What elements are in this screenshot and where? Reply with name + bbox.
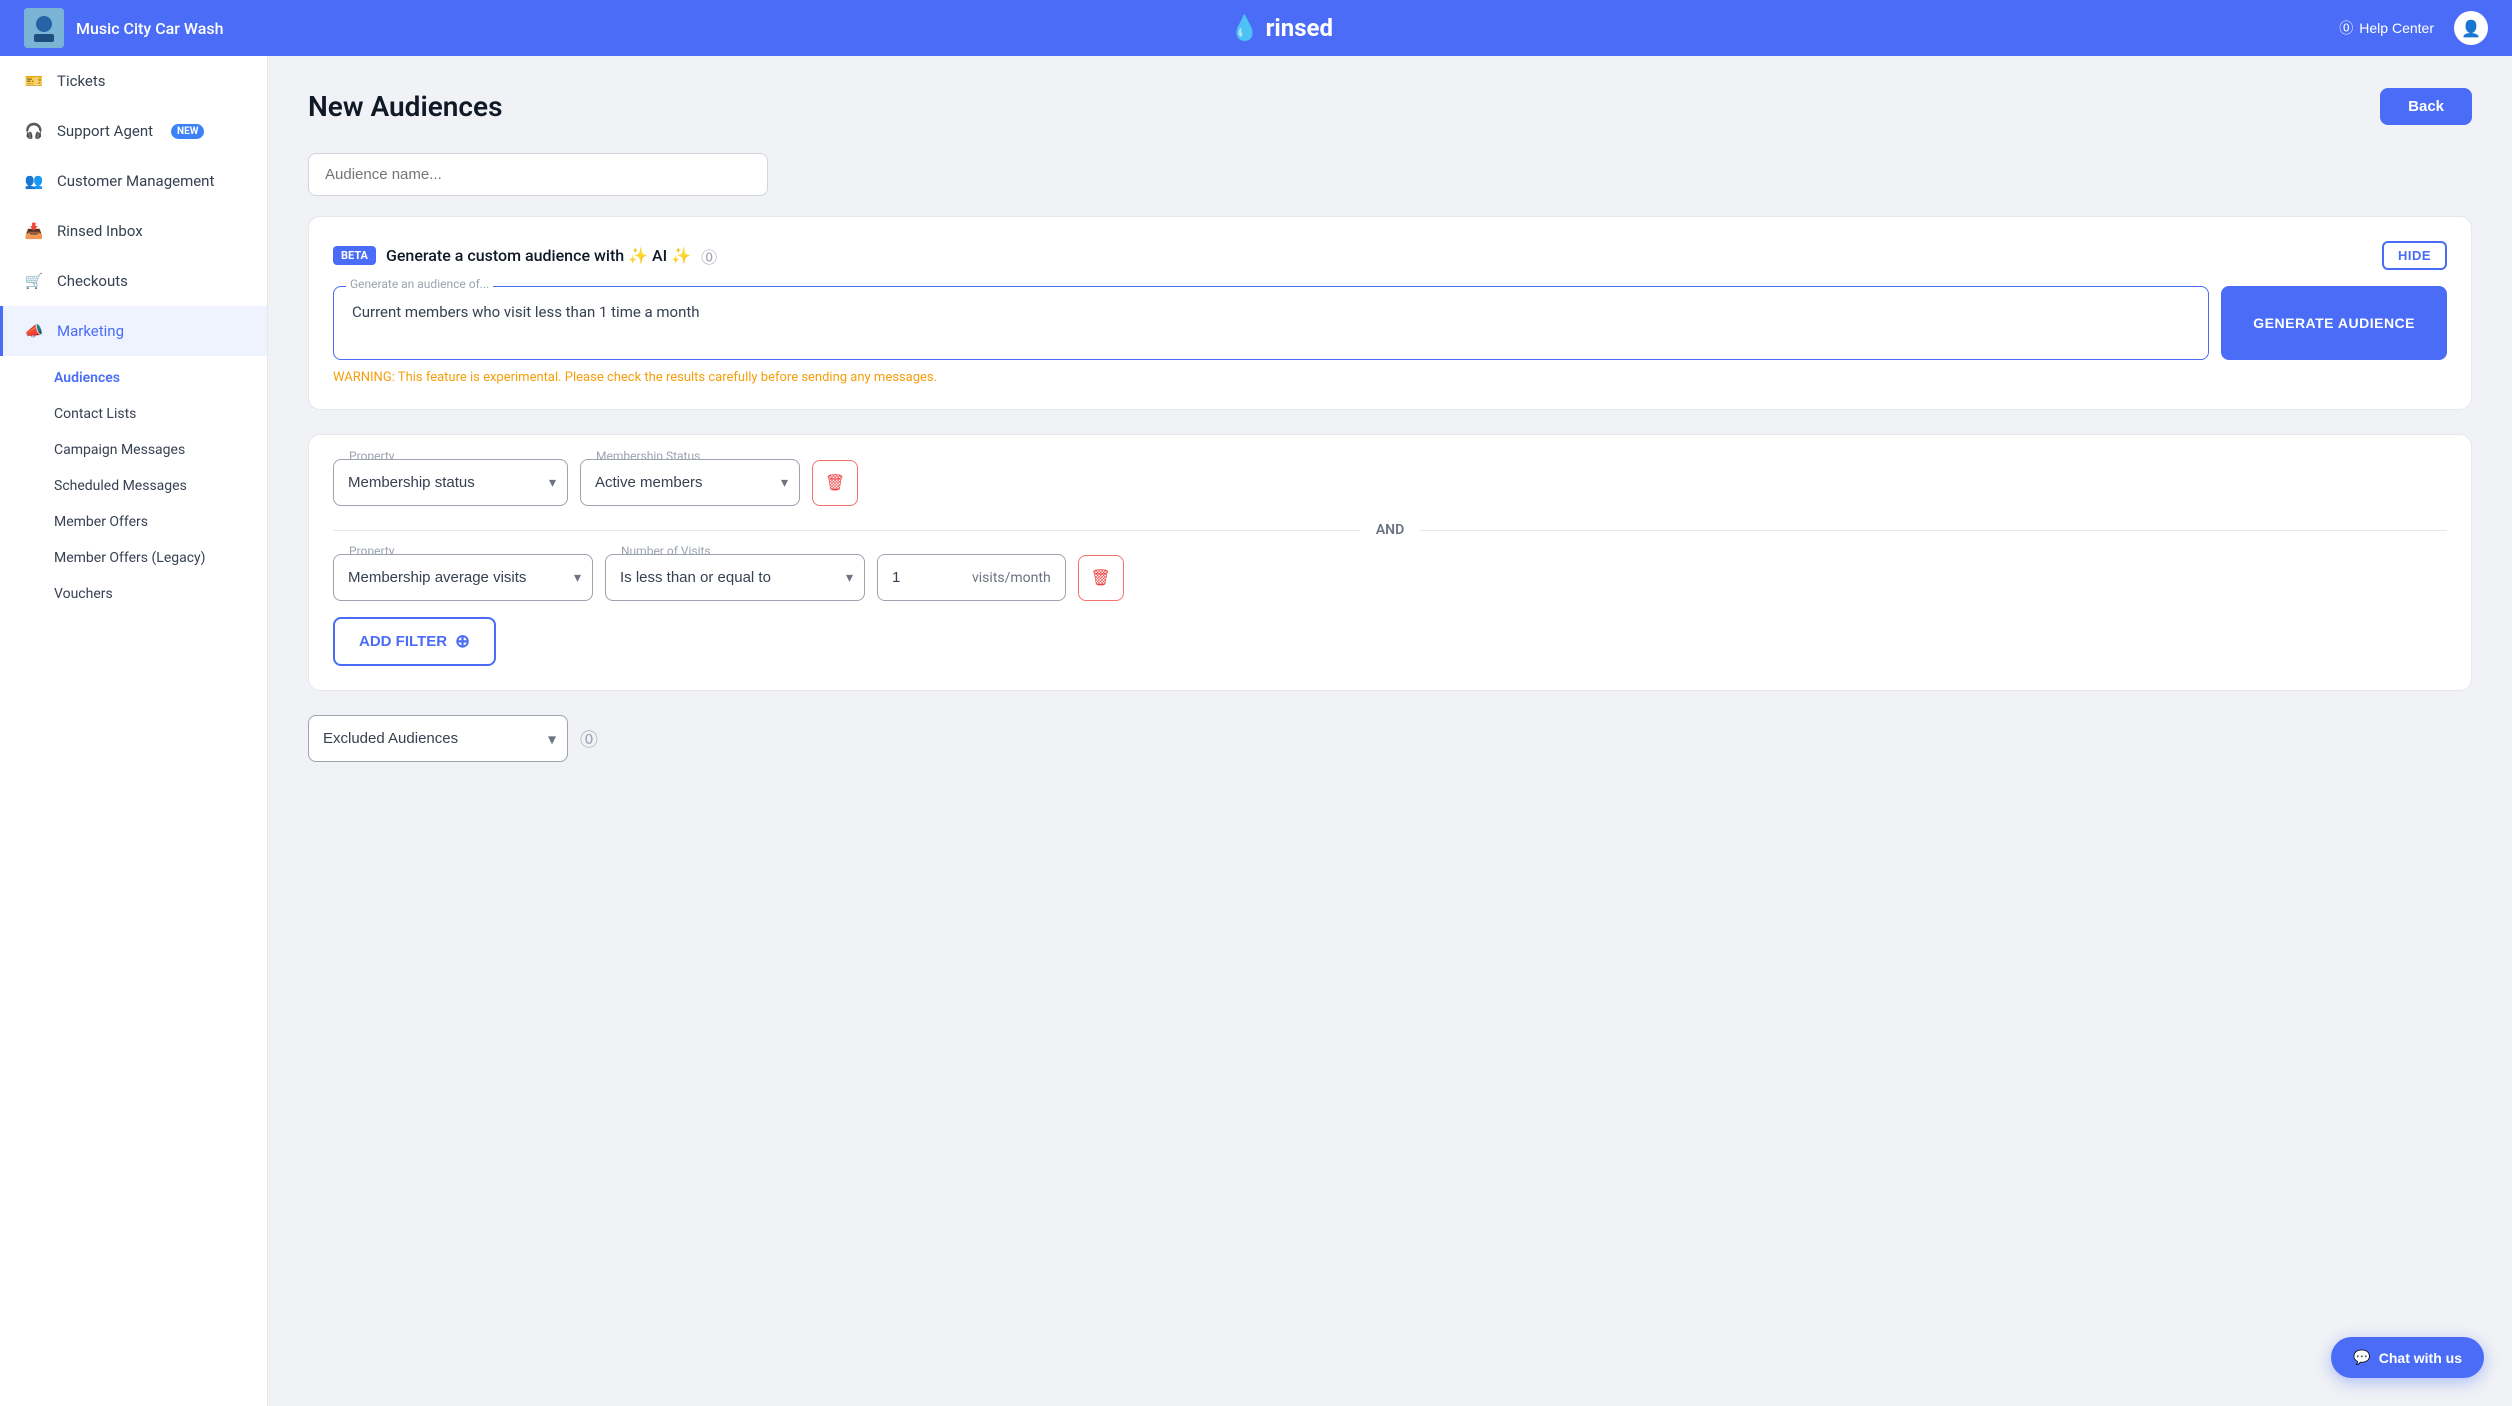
- sidebar-item-rinsed-inbox[interactable]: 📥 Rinsed Inbox: [0, 206, 267, 256]
- ai-input-wrapper: Generate an audience of...: [333, 286, 2209, 360]
- audience-name-section: [308, 153, 2472, 196]
- help-circle-icon: ⓪: [2339, 18, 2353, 38]
- filter1-delete-button[interactable]: 🗑: [812, 460, 858, 506]
- filter1-status-field: Membership Status Active members Inactiv…: [580, 459, 800, 506]
- chat-icon: 💬: [2353, 1349, 2370, 1366]
- excluded-audiences-select[interactable]: Excluded Audiences: [308, 715, 568, 762]
- ai-input-label: Generate an audience of...: [346, 277, 493, 291]
- hide-button[interactable]: HIDE: [2382, 241, 2447, 270]
- users-icon: 👥: [23, 170, 45, 192]
- filter2-delete-button[interactable]: 🗑: [1078, 555, 1124, 601]
- filter2-visits-condition-select[interactable]: Is less than or equal to Is greater than…: [605, 554, 865, 601]
- excluded-audiences-section: Excluded Audiences ▾ ⓪: [308, 715, 2472, 762]
- ai-generate-card: BETA Generate a custom audience with ✨ A…: [308, 216, 2472, 410]
- and-label: AND: [1376, 522, 1404, 538]
- help-icon[interactable]: ⓪: [701, 244, 717, 268]
- sidebar-item-label: Support Agent: [57, 122, 153, 140]
- generate-audience-button[interactable]: GENERATE AUDIENCE: [2221, 286, 2447, 360]
- marketing-sub-menu: Audiences Contact Lists Campaign Message…: [0, 356, 267, 612]
- warning-text: WARNING: This feature is experimental. P…: [333, 370, 2447, 385]
- filters-card: Property Membership status Membership av…: [308, 434, 2472, 691]
- page-header: New Audiences Back: [308, 88, 2472, 125]
- excluded-audiences-wrapper: Excluded Audiences ▾: [308, 715, 568, 762]
- sidebar-sub-item-contact-lists[interactable]: Contact Lists: [0, 396, 267, 432]
- add-filter-section: ADD FILTER ⊕: [333, 617, 2447, 666]
- filter1-status-select-wrapper: Active members Inactive members All memb…: [580, 459, 800, 506]
- beta-badge: BETA: [333, 246, 376, 265]
- sidebar-sub-item-member-offers[interactable]: Member Offers: [0, 504, 267, 540]
- new-badge: NEW: [171, 124, 204, 139]
- and-divider: AND: [333, 522, 2447, 538]
- inbox-icon: 📥: [23, 220, 45, 242]
- ticket-icon: 🎫: [23, 70, 45, 92]
- sidebar-item-label: Customer Management: [57, 172, 214, 190]
- sidebar-item-label: Rinsed Inbox: [57, 222, 143, 240]
- add-filter-button[interactable]: ADD FILTER ⊕: [333, 617, 496, 666]
- headset-icon: 🎧: [23, 120, 45, 142]
- visits-unit-label: visits/month: [958, 570, 1065, 586]
- filter-row-1: Property Membership status Membership av…: [333, 459, 2447, 506]
- user-avatar[interactable]: 👤: [2454, 11, 2488, 45]
- user-icon: 👤: [2461, 19, 2481, 38]
- company-logo: [24, 8, 64, 48]
- filter2-visits-condition-field: Number of Visits Is less than or equal t…: [605, 554, 865, 601]
- top-nav: Music City Car Wash 💧 rinsed ⓪ Help Cent…: [0, 0, 2512, 56]
- ai-card-header-left: BETA Generate a custom audience with ✨ A…: [333, 244, 717, 268]
- filter1-property-field: Property Membership status Membership av…: [333, 459, 568, 506]
- sidebar-item-support-agent[interactable]: 🎧 Support Agent NEW: [0, 106, 267, 156]
- megaphone-icon: 📣: [23, 320, 45, 342]
- filter1-property-select-wrapper: Membership status Membership average vis…: [333, 459, 568, 506]
- company-name: Music City Car Wash: [76, 19, 223, 38]
- plus-circle-icon: ⊕: [455, 631, 470, 652]
- sidebar-sub-item-audiences[interactable]: Audiences: [0, 360, 267, 396]
- brand-logo: 💧 rinsed: [1230, 14, 1333, 42]
- filter2-visits-select-wrapper: Is less than or equal to Is greater than…: [605, 554, 865, 601]
- ai-textarea[interactable]: [338, 291, 2204, 351]
- help-center-button[interactable]: ⓪ Help Center: [2339, 18, 2434, 38]
- sidebar-item-customer-management[interactable]: 👥 Customer Management: [0, 156, 267, 206]
- trash-icon: 🗑: [1091, 568, 1111, 588]
- sidebar-item-label: Marketing: [57, 322, 124, 340]
- main-content: New Audiences Back BETA Generate a custo…: [268, 56, 2512, 1406]
- sidebar-item-tickets[interactable]: 🎫 Tickets: [0, 56, 267, 106]
- sidebar-item-marketing[interactable]: 📣 Marketing: [0, 306, 267, 356]
- back-button[interactable]: Back: [2380, 88, 2472, 125]
- filter2-visits-value-wrapper: visits/month: [877, 554, 1066, 601]
- sidebar-sub-item-campaign-messages[interactable]: Campaign Messages: [0, 432, 267, 468]
- sidebar-sub-item-member-offers-legacy[interactable]: Member Offers (Legacy): [0, 540, 267, 576]
- filter2-property-select[interactable]: Membership status Membership average vis…: [333, 554, 593, 601]
- chat-with-us-button[interactable]: 💬 Chat with us: [2331, 1337, 2484, 1378]
- divider-line-left: [333, 530, 1360, 531]
- ai-card-header: BETA Generate a custom audience with ✨ A…: [333, 241, 2447, 270]
- filter-row-2: Property Membership status Membership av…: [333, 554, 2447, 601]
- sidebar-sub-item-scheduled-messages[interactable]: Scheduled Messages: [0, 468, 267, 504]
- audience-name-input[interactable]: [308, 153, 768, 196]
- filter2-property-select-wrapper: Membership status Membership average vis…: [333, 554, 593, 601]
- ai-input-row: Generate an audience of... GENERATE AUDI…: [333, 286, 2447, 360]
- top-nav-left: Music City Car Wash: [24, 8, 223, 48]
- sidebar: 🎫 Tickets 🎧 Support Agent NEW 👥 Customer…: [0, 56, 268, 1406]
- top-nav-right: ⓪ Help Center 👤: [2339, 11, 2488, 45]
- trash-icon: 🗑: [825, 473, 845, 493]
- sidebar-item-checkouts[interactable]: 🛒 Checkouts: [0, 256, 267, 306]
- filter2-property-field: Property Membership status Membership av…: [333, 554, 593, 601]
- filter1-property-select[interactable]: Membership status Membership average vis…: [333, 459, 568, 506]
- excluded-help-icon[interactable]: ⓪: [580, 726, 598, 752]
- drop-icon: 💧: [1230, 14, 1260, 42]
- filter2-visits-number-input[interactable]: [878, 555, 958, 600]
- main-layout: 🎫 Tickets 🎧 Support Agent NEW 👥 Customer…: [0, 56, 2512, 1406]
- ai-title: Generate a custom audience with ✨ AI ✨: [386, 246, 691, 265]
- filter1-status-select[interactable]: Active members Inactive members All memb…: [580, 459, 800, 506]
- cart-icon: 🛒: [23, 270, 45, 292]
- page-title: New Audiences: [308, 90, 502, 123]
- sidebar-sub-item-vouchers[interactable]: Vouchers: [0, 576, 267, 612]
- sidebar-item-label: Tickets: [57, 72, 106, 90]
- brand-logo-text: 💧 rinsed: [1230, 14, 1333, 42]
- divider-line-right: [1420, 530, 2447, 531]
- sidebar-item-label: Checkouts: [57, 272, 128, 290]
